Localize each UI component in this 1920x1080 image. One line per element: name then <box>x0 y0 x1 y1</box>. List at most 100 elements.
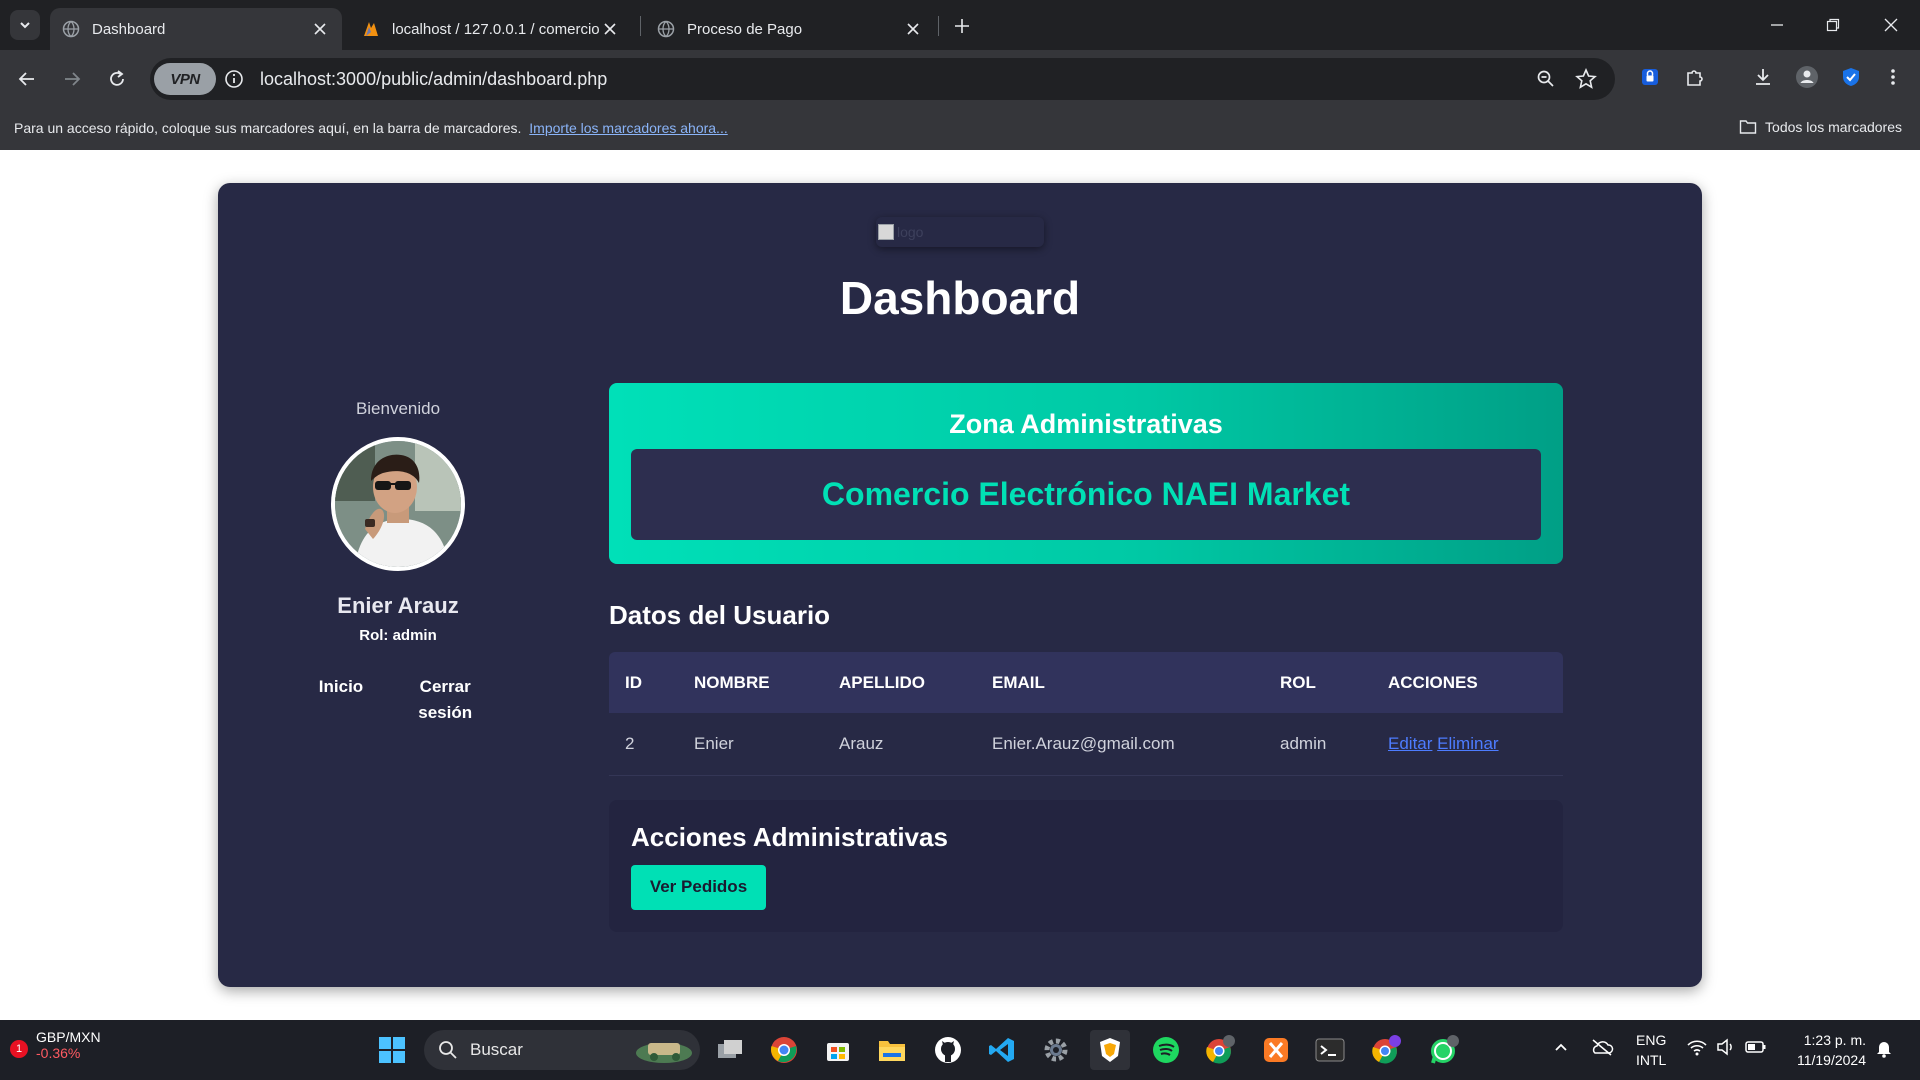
column-header-acciones: ACCIONES <box>1388 672 1478 692</box>
language-indicator[interactable]: ENG INTL <box>1636 1030 1666 1070</box>
reload-button[interactable] <box>100 62 134 96</box>
close-tab-icon[interactable] <box>310 19 330 39</box>
profile-avatar-icon[interactable] <box>1792 62 1822 92</box>
system-clock[interactable]: 1:23 p. m. 11/19/2024 <box>1797 1030 1866 1070</box>
column-header-email: EMAIL <box>992 672 1045 692</box>
close-tab-icon[interactable] <box>600 19 620 39</box>
url-text[interactable]: localhost:3000/public/admin/dashboard.ph… <box>260 69 607 90</box>
taskbar-search[interactable]: Buscar <box>424 1030 700 1070</box>
new-tab-button[interactable] <box>950 14 974 38</box>
language-code: ENG <box>1636 1032 1667 1048</box>
user-name: Enier Arauz <box>337 593 459 618</box>
close-window-button[interactable] <box>1876 10 1906 40</box>
shield-check-icon[interactable] <box>1836 62 1866 92</box>
tab-title: Dashboard <box>92 20 166 38</box>
tab-title: Proceso de Pago <box>687 20 803 38</box>
volume-icon[interactable] <box>1716 1038 1736 1059</box>
kebab-menu-icon[interactable] <box>1878 62 1908 92</box>
terminal-icon[interactable] <box>1310 1030 1350 1070</box>
bookmarks-bar: Para un acceso rápido, coloque sus marca… <box>0 108 1920 150</box>
delete-user-link[interactable]: Eliminar <box>1437 734 1498 753</box>
dashboard-card: logo Dashboard Bienvenido Enier Arauz Ro… <box>218 183 1702 987</box>
column-header-apellido: APELLIDO <box>839 672 925 692</box>
chrome-alt-profile-icon[interactable] <box>1366 1030 1406 1070</box>
admin-actions-title: Acciones Administrativas <box>631 821 948 852</box>
vpn-button[interactable]: VPN <box>154 63 216 95</box>
clock-date: 11/19/2024 <box>1796 1052 1866 1068</box>
battery-icon[interactable] <box>1744 1038 1768 1059</box>
user-data-table: ID NOMBRE APELLIDO EMAIL ROL ACCIONES 2 … <box>609 652 1563 776</box>
forward-button[interactable] <box>55 62 89 96</box>
widget-badge: 1 <box>10 1040 28 1058</box>
admin-zone-banner: Zona Administrativas Comercio Electrónic… <box>609 383 1563 564</box>
cell-email: Enier.Arauz@gmail.com <box>976 713 1264 776</box>
github-icon[interactable] <box>928 1030 968 1070</box>
task-view-icon[interactable] <box>710 1030 750 1070</box>
chrome-icon[interactable] <box>764 1030 804 1070</box>
back-button[interactable] <box>10 62 44 96</box>
tab-dashboard[interactable]: Dashboard <box>50 8 342 50</box>
user-role: Rol: admin <box>359 627 437 644</box>
tab-search-button[interactable] <box>10 10 40 40</box>
windows-logo-icon <box>379 1037 405 1063</box>
welcome-text: Bienvenido <box>355 399 441 418</box>
bookmark-star-icon[interactable] <box>1574 67 1598 91</box>
zone-title: Zona Administrativas <box>949 409 1223 439</box>
cell-rol: admin <box>1264 713 1372 776</box>
keyboard-layout: INTL <box>1636 1052 1667 1068</box>
xampp-icon[interactable] <box>1256 1030 1296 1070</box>
view-orders-button[interactable]: Ver Pedidos <box>631 864 766 910</box>
restore-button[interactable] <box>1818 10 1848 40</box>
all-bookmarks-button[interactable]: Todos los marcadores <box>1739 119 1902 135</box>
folder-icon <box>1739 120 1757 134</box>
tray-chevron-up-icon[interactable] <box>1552 1038 1570 1059</box>
close-icon <box>1884 18 1898 32</box>
chevron-down-icon <box>20 22 30 29</box>
stock-widget[interactable]: 1 GBP/MXN -0.36% <box>10 1029 101 1061</box>
sidebar-nav: Inicio Cerrar sesión <box>278 674 518 726</box>
spotify-icon[interactable] <box>1146 1030 1186 1070</box>
address-bar[interactable]: VPN localhost:3000/public/admin/dashboar… <box>150 58 1615 100</box>
page-title: Dashboard <box>839 272 1081 324</box>
main-content: Zona Administrativas Comercio Electrónic… <box>609 383 1563 932</box>
search-icon <box>439 1041 457 1059</box>
whatsapp-icon[interactable] <box>1424 1030 1464 1070</box>
reload-icon <box>110 70 124 86</box>
import-bookmarks-link[interactable]: Importe los marcadores ahora... <box>529 120 727 136</box>
bookmarks-prompt: Para un acceso rápido, coloque sus marca… <box>14 120 728 136</box>
user-section-title: Datos del Usuario <box>609 600 831 630</box>
broken-image-icon <box>878 224 894 240</box>
url-host: localhost <box>260 69 332 89</box>
cell-nombre: Enier <box>678 713 823 776</box>
edit-user-link[interactable]: Editar <box>1388 734 1432 753</box>
brave-browser-icon[interactable] <box>1090 1030 1130 1070</box>
globe-icon <box>657 20 675 38</box>
onedrive-icon[interactable] <box>1590 1038 1614 1059</box>
tab-phpmyadmin[interactable]: localhost / 127.0.0.1 / comercio <box>350 8 632 50</box>
tab-strip: Dashboard localhost / 127.0.0.1 / comerc… <box>0 0 1920 50</box>
minimize-button[interactable] <box>1762 10 1792 40</box>
sidebar-link-cerrar-sesion[interactable]: Cerrar sesión <box>413 674 477 726</box>
zoom-icon[interactable] <box>1534 67 1558 91</box>
bitwarden-extension-icon[interactable] <box>1635 62 1665 92</box>
close-tab-icon[interactable] <box>903 19 923 39</box>
chrome-profile-icon[interactable] <box>1200 1030 1240 1070</box>
site-info-icon[interactable] <box>222 67 246 91</box>
url-path: :3000/public/admin/dashboard.php <box>331 69 608 89</box>
settings-gear-icon[interactable] <box>1036 1030 1076 1070</box>
vscode-icon[interactable] <box>982 1030 1022 1070</box>
microsoft-store-icon[interactable] <box>818 1030 858 1070</box>
tab-proceso-pago[interactable]: Proceso de Pago <box>645 8 935 50</box>
admin-actions-panel: Acciones Administrativas Ver Pedidos <box>609 799 1563 932</box>
cell-id: 2 <box>609 713 678 776</box>
file-explorer-icon[interactable] <box>872 1030 912 1070</box>
globe-icon <box>62 20 80 38</box>
wifi-icon[interactable] <box>1686 1038 1708 1059</box>
start-button[interactable] <box>372 1030 412 1070</box>
notification-bell-icon[interactable] <box>1874 1038 1894 1061</box>
download-icon[interactable] <box>1748 62 1778 92</box>
extensions-puzzle-icon[interactable] <box>1680 62 1710 92</box>
arrow-left-icon <box>18 72 34 86</box>
column-header-id: ID <box>625 672 642 692</box>
sidebar-link-inicio[interactable]: Inicio <box>319 674 363 726</box>
